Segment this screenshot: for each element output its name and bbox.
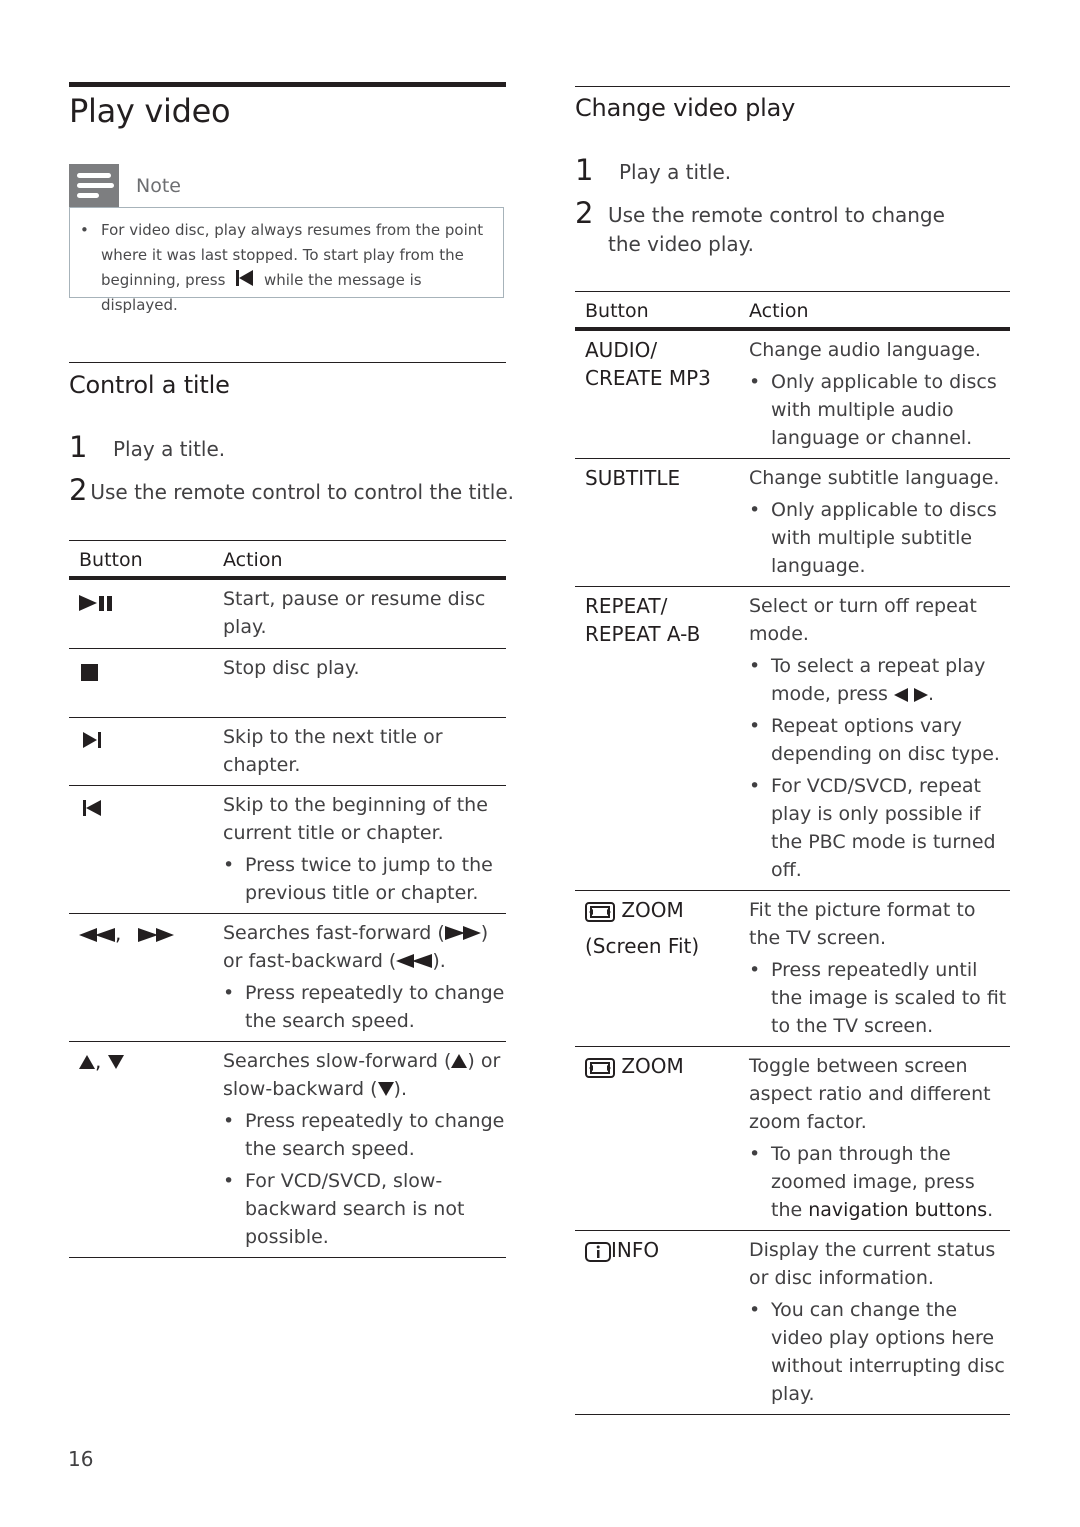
- step-item: 1 Play a title.: [69, 432, 509, 464]
- fast-backward-icon: [79, 928, 115, 942]
- button-cell: [69, 578, 223, 649]
- bullet-item: • For VCD/SVCD, slow-backward search is n…: [223, 1169, 465, 1248]
- table-header-row: Button Action: [69, 540, 506, 580]
- header-button: Button: [69, 540, 223, 580]
- table-row: SUBTITLE Change subtitle language. • Only…: [575, 458, 1010, 587]
- step-number: 2: [69, 473, 88, 507]
- table-row: AUDIO/ CREATE MP3 Change audio language.…: [575, 329, 1010, 459]
- table-row: Skip to the beginning of the current tit…: [69, 785, 506, 914]
- button-cell: [69, 717, 223, 786]
- action-cell: Display the current status or disc infor…: [749, 1230, 1010, 1415]
- page-title: Play video: [69, 92, 231, 130]
- bullet-item: • Only applicable to discs with multiple …: [749, 371, 997, 449]
- bullet-item: • To pan through the zoomed image, press …: [749, 1143, 994, 1221]
- button-cell: AUDIO/ CREATE MP3: [575, 329, 749, 459]
- fast-backward-icon: [396, 954, 433, 968]
- stop-icon: [81, 663, 98, 681]
- action-cell: Fit the picture format to the TV screen.…: [749, 890, 1010, 1047]
- button-cell: [69, 648, 223, 718]
- table-row: Skip to the next title or chapter.: [69, 717, 506, 786]
- button-cell: ,: [69, 1041, 223, 1258]
- down-icon: [107, 1055, 124, 1069]
- up-icon: [79, 1055, 95, 1069]
- note-text: For video disc, play always resumes from…: [101, 221, 484, 314]
- button-cell: REPEAT/ REPEAT A-B: [575, 586, 749, 891]
- button-cell: ,: [69, 913, 223, 1042]
- step-item: 2 Use the remote control to control the …: [69, 475, 514, 507]
- button-cell: ZOOM: [575, 1046, 749, 1231]
- table-row: , Searches slow-forward () or slow-backw…: [69, 1041, 506, 1258]
- down-icon: [377, 1082, 394, 1096]
- left-icon: [893, 687, 908, 702]
- step-item: 1 Play a title.: [575, 155, 1010, 187]
- zoom-icon: [585, 901, 615, 922]
- header-action: Action: [749, 291, 1010, 331]
- bullet-item: • For VCD/SVCD, repeat play is only possi…: [749, 775, 996, 881]
- bullet-item: • You can change the video play options h…: [749, 1299, 1005, 1405]
- table-row: INFO Display the current status or disc …: [575, 1230, 1010, 1415]
- note-icon: [69, 164, 119, 207]
- action-cell: Change audio language. • Only applicable …: [749, 329, 1010, 459]
- note-bullet: •: [80, 221, 89, 239]
- action-cell: Select or turn off repeat mode. • To sele…: [749, 586, 1010, 891]
- control-title-table: Button Action Start, pause or resume dis…: [69, 540, 506, 1258]
- action-cell: Stop disc play.: [223, 648, 506, 718]
- bullet-item: • To select a repeat play mode, press .: [749, 655, 986, 705]
- table-header-row: Button Action: [575, 291, 1010, 331]
- zoom-icon: [585, 1057, 615, 1078]
- right-icon: [914, 687, 928, 702]
- section-rule: [575, 86, 1010, 87]
- action-cell: Toggle between screen aspect ratio and d…: [749, 1046, 1010, 1231]
- table-row: Stop disc play.: [69, 648, 506, 718]
- step-number: 2: [575, 196, 594, 230]
- bullet-item: • Only applicable to discs with multiple …: [749, 499, 997, 577]
- step-number: 1: [575, 153, 594, 187]
- bullet-item: • Press repeatedly to change the search s…: [223, 1109, 505, 1160]
- step-number: 1: [69, 430, 88, 464]
- header-button: Button: [575, 291, 749, 331]
- action-cell: Skip to the beginning of the current tit…: [223, 785, 506, 914]
- table-row: ZOOM Toggle between screen aspect ratio …: [575, 1046, 1010, 1231]
- info-icon: [585, 1241, 611, 1262]
- button-cell: SUBTITLE: [575, 458, 749, 587]
- play-pause-icon: [79, 594, 112, 611]
- step-item: 2 Use the remote control to change the v…: [575, 198, 975, 259]
- change-video-play-table: Button Action AUDIO/ CREATE MP3 Change a…: [575, 291, 1010, 1415]
- previous-icon: [83, 800, 101, 816]
- step-text: Use the remote control to control the ti…: [90, 480, 514, 504]
- action-cell: Searches fast-forward () or fast-backwar…: [223, 913, 506, 1042]
- action-cell: Start, pause or resume disc play.: [223, 578, 506, 649]
- fast-forward-icon: [137, 928, 174, 942]
- action-cell: Change subtitle language. • Only applicab…: [749, 458, 1010, 587]
- next-icon: [83, 732, 101, 748]
- button-cell: [69, 785, 223, 914]
- bullet-item: • Press twice to jump to the previous tit…: [223, 853, 493, 904]
- note-label: Note: [136, 174, 181, 197]
- title-rule: [69, 82, 506, 87]
- header-action: Action: [223, 540, 506, 580]
- action-cell: Skip to the next title or chapter.: [223, 717, 506, 786]
- up-icon: [451, 1054, 468, 1068]
- step-text: Use the remote control to change the vid…: [608, 203, 945, 256]
- step-text: Play a title.: [113, 437, 226, 461]
- previous-icon: [236, 270, 254, 286]
- section-rule: [69, 362, 506, 363]
- bullet-item: • Repeat options vary depending on disc t…: [749, 715, 1000, 765]
- table-row: Start, pause or resume disc play.: [69, 578, 506, 649]
- section-title-change: Change video play: [575, 94, 796, 122]
- table-row: ZOOM (Screen Fit) Fit the picture format…: [575, 890, 1010, 1047]
- fast-forward-icon: [444, 926, 481, 940]
- action-cell: Searches slow-forward () or slow-backwar…: [223, 1041, 506, 1258]
- section-title-control: Control a title: [69, 371, 230, 399]
- step-text: Play a title.: [619, 160, 732, 184]
- button-cell: INFO: [575, 1230, 749, 1415]
- table-row: , Searches fast-forward () or fast-backw…: [69, 913, 506, 1042]
- bullet-item: • Press repeatedly to change the search s…: [223, 981, 505, 1032]
- page-number: 16: [68, 1447, 94, 1471]
- table-row: REPEAT/ REPEAT A-B Select or turn off re…: [575, 586, 1010, 891]
- bullet-item: • Press repeatedly until the image is sca…: [749, 959, 1007, 1037]
- note-header: Note: [69, 164, 181, 207]
- button-cell: ZOOM (Screen Fit): [575, 890, 749, 1047]
